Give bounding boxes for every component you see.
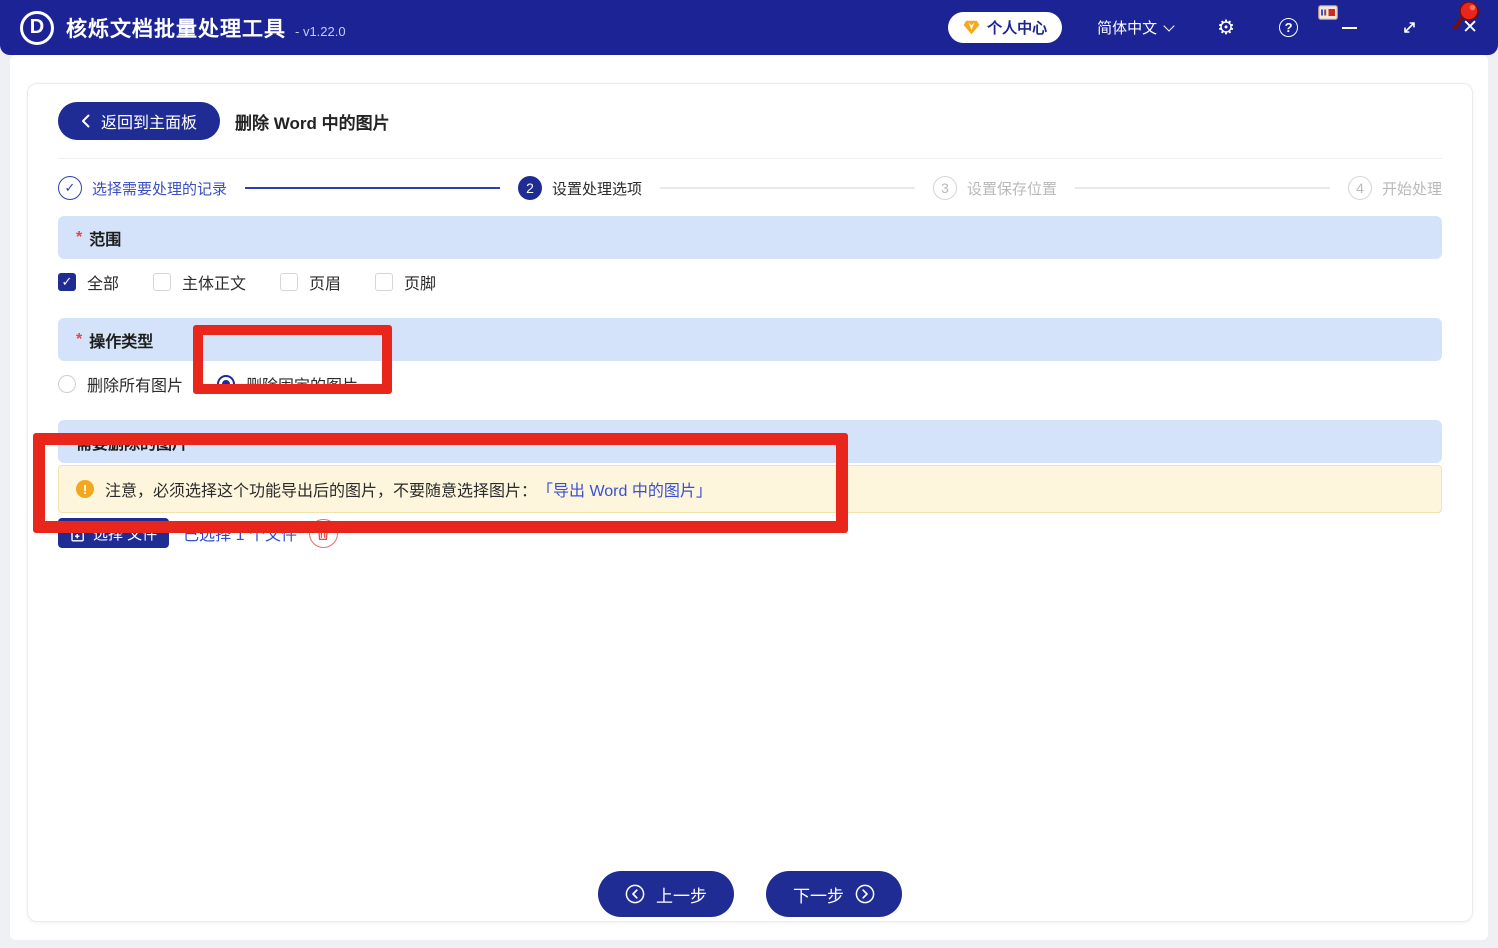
required-asterisk: * xyxy=(76,330,83,348)
chevron-down-icon xyxy=(1163,19,1175,32)
step-4-start-processing: 4 开始处理 xyxy=(1348,176,1442,200)
checkbox-unchecked-icon[interactable] xyxy=(153,273,172,291)
checkbox-unchecked-icon[interactable] xyxy=(280,273,299,291)
radio-delete-all-label: 删除所有图片 xyxy=(87,378,184,395)
step-1-label: 选择需要处理的记录 xyxy=(92,180,228,198)
gear-icon: ⚙ xyxy=(1217,16,1236,39)
step-indicator: ✓ 选择需要处理的记录 2 设置处理选项 3 设置保存位置 4 开始处理 xyxy=(58,173,1442,203)
file-select-row: 选择 文件 已选择 1 个文件 xyxy=(58,517,1442,549)
section-delete-images-header: 需要删除的图片 xyxy=(58,420,1442,463)
document-plus-icon xyxy=(70,525,85,542)
settings-button[interactable]: ⚙ xyxy=(1217,18,1235,38)
previous-step-button[interactable]: 上一步 xyxy=(598,871,734,917)
notice-banner: ! 注意，必须选择这个功能导出后的图片，不要随意选择图片： 「导出 Word 中… xyxy=(58,465,1442,513)
step-4-number: 4 xyxy=(1348,176,1372,200)
radio-unselected-icon[interactable] xyxy=(58,375,76,393)
minimize-button[interactable] xyxy=(1342,26,1358,29)
clear-files-button[interactable] xyxy=(308,518,338,548)
required-asterisk: * xyxy=(76,228,83,246)
content-surface: 返回到主面板 删除 Word 中的图片 ✓ 选择需要处理的记录 2 设置处理选项… xyxy=(10,55,1488,940)
app-logo: D xyxy=(20,10,54,45)
close-button[interactable]: ✕ xyxy=(1462,18,1478,37)
choose-file-label: 选择 文件 xyxy=(93,525,158,543)
step-1-select-records: ✓ 选择需要处理的记录 xyxy=(58,176,227,200)
step-connector xyxy=(660,187,915,189)
warning-icon: ! xyxy=(76,480,94,498)
vip-gem-icon xyxy=(963,20,980,35)
selected-file-count: 已选择 1 个文件 xyxy=(183,527,297,544)
export-word-images-link[interactable]: 「导出 Word 中的图片」 xyxy=(537,477,712,501)
back-button-label: 返回到主面板 xyxy=(101,115,198,132)
step-connector xyxy=(1075,187,1330,189)
circle-chevron-left-icon xyxy=(625,884,645,904)
step-4-label: 开始处理 xyxy=(1382,180,1443,198)
checkbox-body-text[interactable]: 主体正文 xyxy=(153,270,246,294)
title-bar: D 核烁文档批量处理工具 - v1.22.0 个人中心 简体中文 ⚙ ? ✕ xyxy=(0,0,1498,55)
user-center-label: 个人中心 xyxy=(987,20,1048,37)
next-step-button[interactable]: 下一步 xyxy=(766,871,902,917)
checkbox-body-text-label: 主体正文 xyxy=(182,276,247,293)
checkbox-header[interactable]: 页眉 xyxy=(280,270,341,294)
radio-delete-fixed-images[interactable]: 删除固定的图片 xyxy=(217,372,358,396)
radio-delete-fixed-label: 删除固定的图片 xyxy=(246,378,359,395)
radio-delete-all-images[interactable]: 删除所有图片 xyxy=(58,372,183,396)
checkbox-all[interactable]: ✓ 全部 xyxy=(58,270,119,294)
minimize-icon xyxy=(1342,26,1358,29)
step-connector xyxy=(245,187,500,189)
step-1-check-icon: ✓ xyxy=(58,176,82,200)
back-to-dashboard-button[interactable]: 返回到主面板 xyxy=(58,102,221,140)
resize-diagonal-icon xyxy=(1401,19,1418,36)
maximize-button[interactable] xyxy=(1401,19,1418,36)
scope-options-row: ✓ 全部 主体正文 页眉 页脚 xyxy=(58,259,1442,305)
section-operation-title: 操作类型 xyxy=(89,333,154,351)
choose-file-button[interactable]: 选择 文件 xyxy=(58,518,170,548)
checkbox-footer[interactable]: 页脚 xyxy=(375,270,436,294)
page-title: 删除 Word 中的图片 xyxy=(235,113,390,133)
app-version: - v1.22.0 xyxy=(295,23,346,39)
titlebar-actions: 个人中心 简体中文 ⚙ ? ✕ xyxy=(948,12,1478,43)
previous-step-label: 上一步 xyxy=(656,886,707,906)
wizard-footer: 上一步 下一步 xyxy=(28,871,1472,917)
card-header: 返回到主面板 删除 Word 中的图片 xyxy=(58,84,1442,159)
app-title: 核烁文档批量处理工具 xyxy=(66,17,286,41)
step-3-number: 3 xyxy=(933,176,957,200)
language-selector[interactable]: 简体中文 xyxy=(1097,17,1175,38)
checkbox-all-label: 全部 xyxy=(87,276,120,293)
step-2-number: 2 xyxy=(518,176,542,200)
section-scope-title: 范围 xyxy=(89,231,122,249)
checkbox-checked-icon[interactable]: ✓ xyxy=(58,273,76,291)
section-delete-images-title: 需要删除的图片 xyxy=(76,435,189,453)
checkbox-header-label: 页眉 xyxy=(309,276,342,293)
wizard-card: 返回到主面板 删除 Word 中的图片 ✓ 选择需要处理的记录 2 设置处理选项… xyxy=(27,83,1473,922)
checkbox-unchecked-icon[interactable] xyxy=(375,273,394,291)
step-2-label: 设置处理选项 xyxy=(552,180,643,198)
step-3-save-location: 3 设置保存位置 xyxy=(933,176,1057,200)
step-3-label: 设置保存位置 xyxy=(967,180,1058,198)
circle-chevron-right-icon xyxy=(855,884,875,904)
checkbox-footer-label: 页脚 xyxy=(404,276,437,293)
operation-options-row: 删除所有图片 删除固定的图片 xyxy=(58,361,1442,407)
section-scope-header: * 范围 xyxy=(58,216,1442,259)
radio-selected-icon[interactable] xyxy=(217,375,236,393)
user-center-button[interactable]: 个人中心 xyxy=(948,12,1063,43)
next-step-label: 下一步 xyxy=(793,886,844,906)
overlay-window-icon xyxy=(1318,5,1338,25)
section-operation-header: * 操作类型 xyxy=(58,318,1442,361)
language-label: 简体中文 xyxy=(1097,20,1158,37)
help-button[interactable]: ? xyxy=(1279,18,1299,37)
chevron-left-icon xyxy=(81,114,90,128)
help-icon: ? xyxy=(1279,18,1299,37)
step-2-set-options: 2 设置处理选项 xyxy=(518,176,642,200)
close-icon: ✕ xyxy=(1462,17,1478,38)
notice-text: 注意，必须选择这个功能导出后的图片，不要随意选择图片： xyxy=(105,483,538,500)
trash-icon xyxy=(316,526,330,541)
